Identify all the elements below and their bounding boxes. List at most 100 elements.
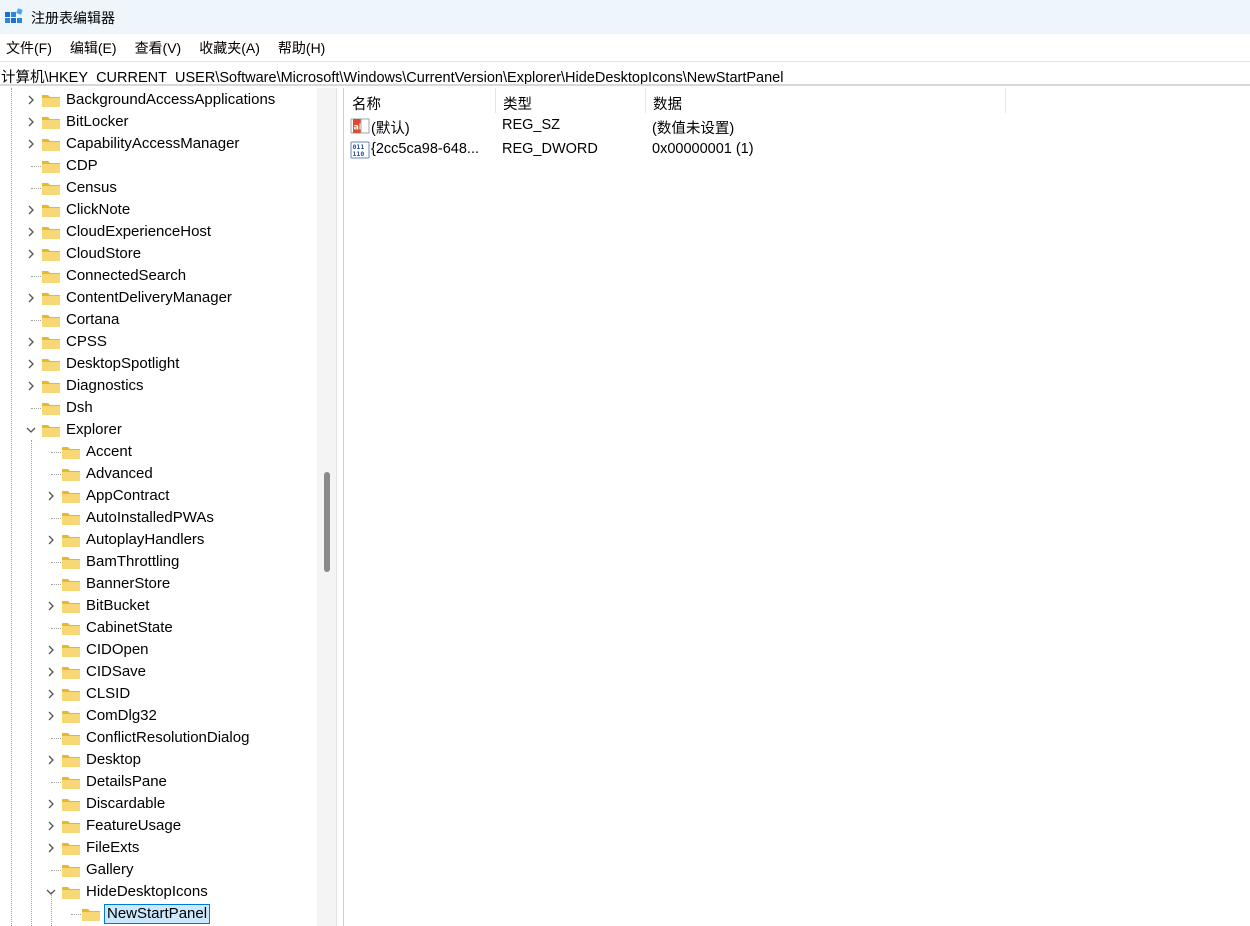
tree-item-contentdeliverymanager[interactable]: ContentDeliveryManager (0, 287, 317, 309)
tree-item-label: Gallery (86, 861, 134, 878)
title-bar[interactable]: 注册表编辑器 (0, 0, 1250, 34)
tree-item-cidopen[interactable]: CIDOpen (0, 639, 317, 661)
folder-icon (62, 755, 80, 767)
tree-item-cortana[interactable]: Cortana (0, 309, 317, 331)
tree-item-label: BitLocker (66, 113, 129, 130)
tree-item-hidedesktopicons[interactable]: HideDesktopIcons (0, 881, 317, 903)
tree-item-newstartpanel[interactable]: NewStartPanel (0, 903, 317, 925)
tree-item-bamthrottling[interactable]: BamThrottling (0, 551, 317, 573)
chevron-right-icon[interactable] (45, 600, 57, 612)
chevron-right-icon[interactable] (45, 644, 57, 656)
value-row[interactable]: ab (默认) REG_SZ (数值未设置) (345, 114, 1045, 138)
tree-item-label: ConflictResolutionDialog (86, 729, 250, 746)
values-list[interactable]: 名称 类型 数据 ab (默认) REG_SZ (数值未设置) 011 110 {2cc5c… (345, 88, 1250, 926)
tree-item-gallery[interactable]: Gallery (0, 859, 317, 881)
menu-view[interactable]: 查看(V) (135, 38, 182, 58)
chevron-right-icon[interactable] (25, 292, 37, 304)
tree-connector (31, 408, 41, 409)
chevron-right-icon[interactable] (45, 688, 57, 700)
tree-item-cdp[interactable]: CDP (0, 155, 317, 177)
chevron-right-icon[interactable] (25, 226, 37, 238)
tree-item-appcontract[interactable]: AppContract (0, 485, 317, 507)
tree-item-label: BackgroundAccessApplications (66, 91, 276, 108)
tree-item-backgroundaccessapplications[interactable]: BackgroundAccessApplications (0, 89, 317, 111)
tree-item-bitbucket[interactable]: BitBucket (0, 595, 317, 617)
column-header-name[interactable]: 名称 (345, 88, 496, 113)
menu-favorites[interactable]: 收藏夹(A) (199, 38, 260, 58)
tree-scrollbar-thumb[interactable] (324, 472, 330, 572)
chevron-right-icon[interactable] (25, 248, 37, 260)
tree-item-label: CloudExperienceHost (66, 223, 212, 240)
tree-item-desktopspotlight[interactable]: DesktopSpotlight (0, 353, 317, 375)
tree-item-clicknote[interactable]: ClickNote (0, 199, 317, 221)
folder-icon (42, 161, 60, 173)
column-header-type[interactable]: 类型 (496, 88, 646, 113)
chevron-right-icon[interactable] (25, 204, 37, 216)
tree-item-discardable[interactable]: Discardable (0, 793, 317, 815)
tree-item-comdlg32[interactable]: ComDlg32 (0, 705, 317, 727)
chevron-right-icon[interactable] (45, 534, 57, 546)
chevron-right-icon[interactable] (25, 358, 37, 370)
tree-item-dsh[interactable]: Dsh (0, 397, 317, 419)
tree-item-bitlocker[interactable]: BitLocker (0, 111, 317, 133)
tree-item-label: CapabilityAccessManager (66, 135, 240, 152)
tree-item-connectedsearch[interactable]: ConnectedSearch (0, 265, 317, 287)
tree-item-label: AutoInstalledPWAs (86, 509, 214, 526)
tree-item-cpss[interactable]: CPSS (0, 331, 317, 353)
tree-item-label: CloudStore (66, 245, 142, 262)
tree-item-capabilityaccessmanager[interactable]: CapabilityAccessManager (0, 133, 317, 155)
menu-edit[interactable]: 编辑(E) (70, 38, 117, 58)
chevron-right-icon[interactable] (45, 490, 57, 502)
tree-item-label: Desktop (86, 751, 142, 768)
tree-item-label: BannerStore (86, 575, 171, 592)
chevron-right-icon[interactable] (25, 116, 37, 128)
folder-icon (42, 183, 60, 195)
tree-item-conflictresolutiondialog[interactable]: ConflictResolutionDialog (0, 727, 317, 749)
address-bar[interactable]: 计算机\HKEY_CURRENT_USER\Software\Microsoft… (0, 61, 1250, 86)
tree-item-label: ClickNote (66, 201, 131, 218)
folder-icon (42, 293, 60, 305)
tree-item-accent[interactable]: Accent (0, 441, 317, 463)
chevron-down-icon[interactable] (45, 886, 57, 898)
tree-item-autoinstalledpwas[interactable]: AutoInstalledPWAs (0, 507, 317, 529)
tree-item-census[interactable]: Census (0, 177, 317, 199)
tree-item-cloudstore[interactable]: CloudStore (0, 243, 317, 265)
folder-icon (42, 117, 60, 129)
chevron-right-icon[interactable] (45, 798, 57, 810)
tree-item-diagnostics[interactable]: Diagnostics (0, 375, 317, 397)
tree-item-cidsave[interactable]: CIDSave (0, 661, 317, 683)
chevron-right-icon[interactable] (45, 754, 57, 766)
chevron-right-icon[interactable] (45, 820, 57, 832)
tree-item-explorer[interactable]: Explorer (0, 419, 317, 441)
chevron-right-icon[interactable] (25, 336, 37, 348)
tree-item-desktop[interactable]: Desktop (0, 749, 317, 771)
chevron-right-icon[interactable] (45, 710, 57, 722)
tree-item-label: DesktopSpotlight (66, 355, 180, 372)
tree-item-clsid[interactable]: CLSID (0, 683, 317, 705)
chevron-right-icon[interactable] (45, 666, 57, 678)
tree-item-cloudexperiencehost[interactable]: CloudExperienceHost (0, 221, 317, 243)
tree-item-detailspane[interactable]: DetailsPane (0, 771, 317, 793)
menu-file[interactable]: 文件(F) (6, 38, 52, 58)
value-row[interactable]: 011 110 {2cc5ca98-648... REG_DWORD 0x0000000… (345, 138, 1045, 162)
tree-item-featureusage[interactable]: FeatureUsage (0, 815, 317, 837)
value-type: REG_DWORD (502, 141, 598, 157)
column-header-data[interactable]: 数据 (646, 88, 1006, 113)
chevron-right-icon[interactable] (25, 94, 37, 106)
folder-icon (62, 887, 80, 899)
menu-help[interactable]: 帮助(H) (278, 38, 325, 58)
registry-key-tree[interactable]: BackgroundAccessApplications BitLocker Cap… (0, 88, 317, 926)
pane-splitter[interactable] (336, 88, 344, 926)
tree-item-advanced[interactable]: Advanced (0, 463, 317, 485)
chevron-right-icon[interactable] (45, 842, 57, 854)
folder-icon (62, 601, 80, 613)
chevron-right-icon[interactable] (25, 138, 37, 150)
tree-connector (51, 562, 61, 563)
chevron-down-icon[interactable] (25, 424, 37, 436)
tree-item-fileexts[interactable]: FileExts (0, 837, 317, 859)
tree-item-bannerstore[interactable]: BannerStore (0, 573, 317, 595)
tree-item-label: DetailsPane (86, 773, 167, 790)
chevron-right-icon[interactable] (25, 380, 37, 392)
tree-item-autoplayhandlers[interactable]: AutoplayHandlers (0, 529, 317, 551)
tree-item-cabinetstate[interactable]: CabinetState (0, 617, 317, 639)
